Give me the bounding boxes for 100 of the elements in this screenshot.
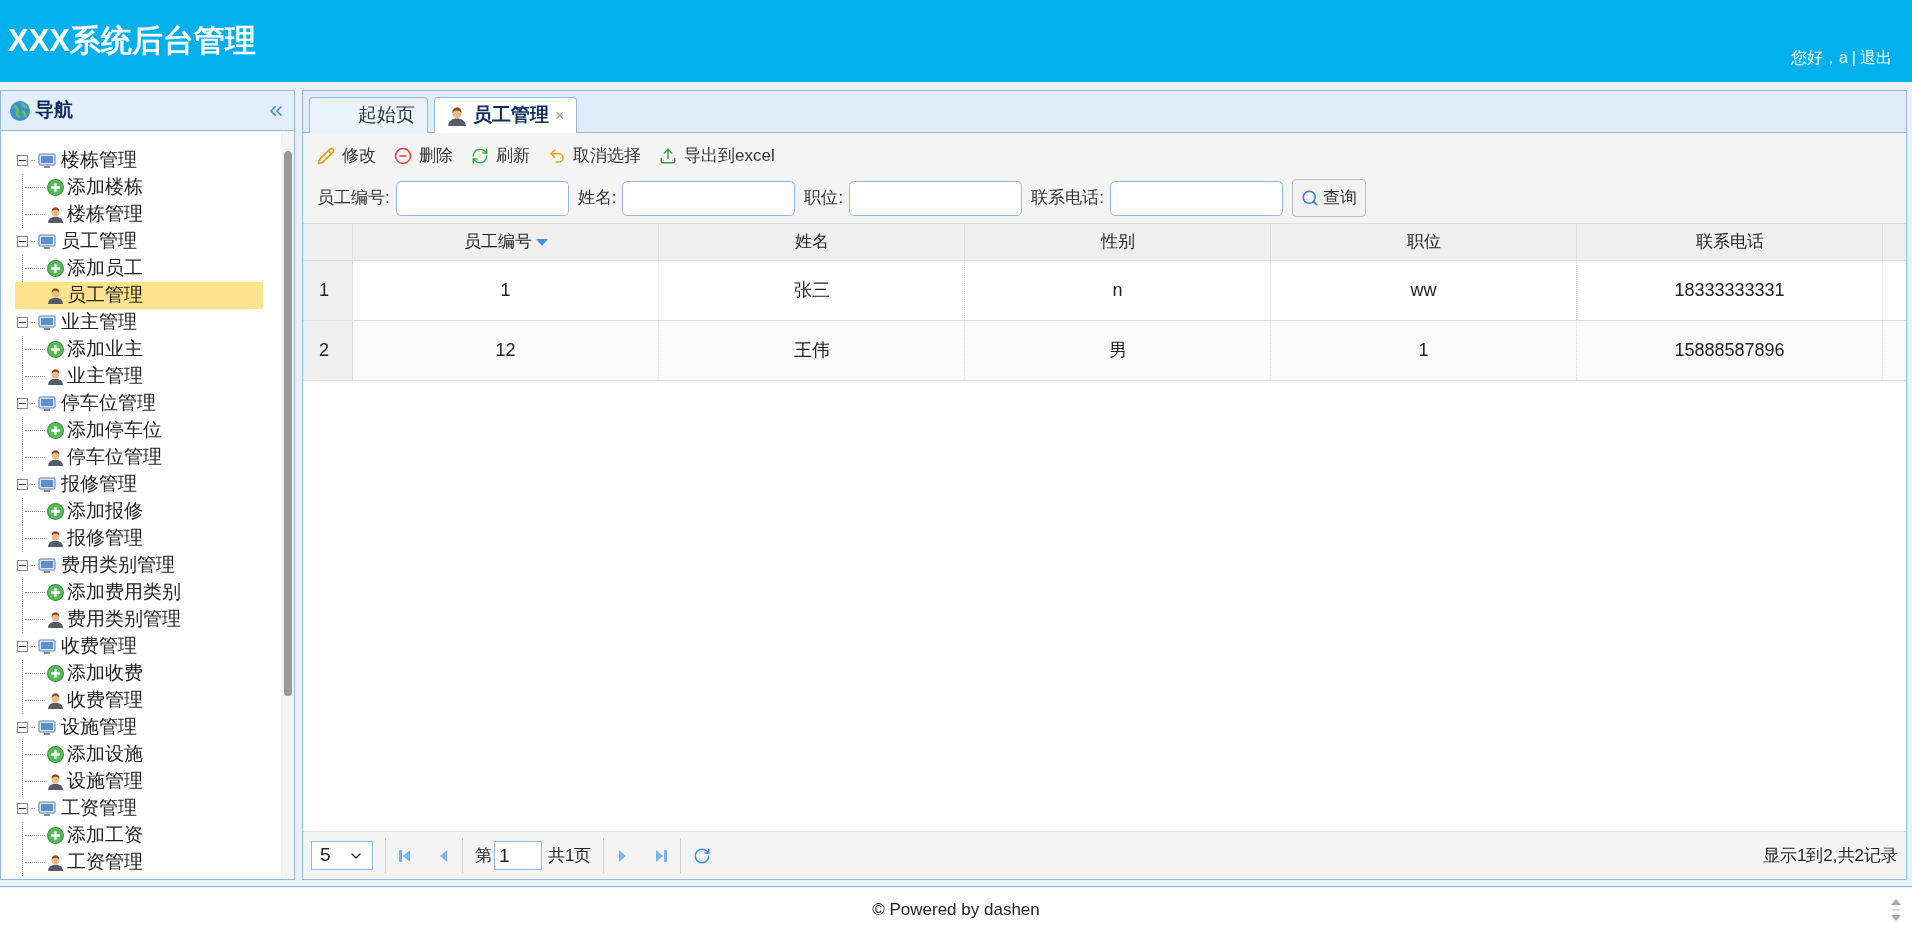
plus-circle-icon <box>47 341 64 358</box>
separator-text: | <box>1851 48 1856 68</box>
table-cell: 1 <box>1271 321 1577 380</box>
tree-item[interactable]: 添加楼栋 <box>47 174 151 201</box>
toolbar-button[interactable]: 取消选择 <box>548 143 641 169</box>
table-cell: 王伟 <box>659 321 965 380</box>
tree-item[interactable]: 收费管理 <box>47 687 151 714</box>
footer-text: © Powered by dashen <box>872 898 1040 921</box>
tree-item[interactable]: 添加员工 <box>47 255 151 282</box>
monitor-icon <box>38 719 56 736</box>
search-icon <box>1300 189 1319 207</box>
toggle-icon[interactable] <box>17 722 28 733</box>
table-cell: 15888587896 <box>1577 321 1883 380</box>
person-icon <box>47 530 64 547</box>
page-number-field[interactable]: 1 <box>494 841 542 870</box>
person-icon <box>47 854 64 871</box>
tree-group-item[interactable]: 工资管理 <box>17 795 281 822</box>
toggle-icon[interactable] <box>17 560 28 571</box>
tree-item[interactable]: 添加报修 <box>47 498 151 525</box>
person-icon <box>47 206 64 223</box>
tree-group-item[interactable]: 收费管理 <box>17 633 281 660</box>
search-field[interactable] <box>395 180 569 216</box>
tab[interactable]: 员工管理 × <box>434 97 578 133</box>
globe-icon <box>9 99 31 122</box>
page-size-select[interactable]: 5 <box>311 841 373 870</box>
upload-icon <box>659 147 677 165</box>
tree-group-item[interactable]: 费用类别管理 <box>17 552 281 579</box>
scrollbar[interactable] <box>281 131 294 879</box>
search-button[interactable]: 查询 <box>1291 179 1366 217</box>
tree-item[interactable]: 添加收费 <box>47 660 151 687</box>
search-field[interactable] <box>1109 180 1283 216</box>
tree-group-item[interactable]: 楼栋管理 <box>17 147 281 174</box>
tree-item[interactable]: 楼栋管理 <box>47 201 151 228</box>
plus-circle-icon <box>47 746 64 763</box>
table-cell: 18333333331 <box>1577 261 1883 320</box>
toggle-icon[interactable] <box>17 398 28 409</box>
table-cell: 1 <box>353 261 659 320</box>
plus-circle-icon <box>47 584 64 601</box>
person-icon <box>447 105 467 126</box>
greeting-text: 您好，a <box>1790 48 1848 68</box>
tree-item[interactable]: 添加费用类别 <box>47 579 189 606</box>
monitor-icon <box>38 638 56 655</box>
tree-item[interactable]: 添加业主 <box>47 336 151 363</box>
record-info: 显示1到2,共2记录 <box>1762 844 1898 867</box>
monitor-icon <box>38 557 56 574</box>
field-label: 联系电话: <box>1031 187 1104 210</box>
tree-group-item[interactable]: 设施管理 <box>17 714 281 741</box>
tree-group-item[interactable]: 报修管理 <box>17 471 281 498</box>
tree-item[interactable]: 添加停车位 <box>47 417 170 444</box>
plus-circle-icon <box>47 827 64 844</box>
person-icon <box>47 368 64 385</box>
table-header-cell[interactable]: 姓名 <box>659 224 965 260</box>
tab[interactable]: 起始页 <box>309 97 428 133</box>
refresh-icon <box>471 147 489 165</box>
last-page-icon[interactable] <box>654 847 669 864</box>
monitor-icon <box>38 395 56 412</box>
toggle-icon[interactable] <box>17 479 28 490</box>
tree-item[interactable]: 业主管理 <box>47 363 151 390</box>
table-cell: ww <box>1271 261 1577 320</box>
toggle-icon[interactable] <box>17 803 28 814</box>
table-header-cell[interactable]: 职位 <box>1271 224 1577 260</box>
row-number-cell: 2 <box>303 321 353 380</box>
table-header-cell[interactable]: 性别 <box>965 224 1271 260</box>
tree-group-item[interactable]: 员工管理 <box>17 228 281 255</box>
plus-circle-icon <box>47 422 64 439</box>
monitor-icon <box>38 233 56 250</box>
first-page-icon[interactable] <box>398 847 412 864</box>
table-header-cell[interactable]: 员工编号 <box>353 224 659 260</box>
sidebar-title: 导航 <box>35 98 73 123</box>
person-icon <box>47 692 64 709</box>
search-field[interactable] <box>849 180 1023 216</box>
reload-icon[interactable] <box>693 846 712 865</box>
toggle-icon[interactable] <box>17 155 28 166</box>
tree-item[interactable]: 添加工资 <box>47 822 151 849</box>
toggle-icon[interactable] <box>17 641 28 652</box>
tree-item[interactable]: 工资管理 <box>47 849 151 876</box>
tree-item[interactable]: 费用类别管理 <box>47 606 189 633</box>
tree-group-item[interactable]: 停车位管理 <box>17 390 281 417</box>
table-cell: 男 <box>965 321 1271 380</box>
tree-group-item[interactable]: 业主管理 <box>17 309 281 336</box>
plus-circle-icon <box>47 503 64 520</box>
minus-circle-icon <box>394 147 412 165</box>
toggle-icon[interactable] <box>17 317 28 328</box>
monitor-icon <box>38 476 56 493</box>
toolbar-button[interactable]: 导出到excel <box>659 143 775 169</box>
tree-item[interactable]: 设施管理 <box>47 768 151 795</box>
toggle-icon[interactable] <box>17 236 28 247</box>
tree-item[interactable]: 停车位管理 <box>47 444 170 471</box>
plus-circle-icon <box>47 665 64 682</box>
search-field[interactable] <box>622 180 796 216</box>
row-number-cell: 1 <box>303 261 353 320</box>
toolbar-button[interactable]: 修改 <box>317 143 376 169</box>
toolbar-button[interactable]: 刷新 <box>471 143 530 169</box>
tree-item[interactable]: 添加设施 <box>47 741 151 768</box>
monitor-icon <box>38 314 56 331</box>
tree-item[interactable]: 员工管理 <box>15 282 263 309</box>
tree-item[interactable]: 报修管理 <box>47 525 151 552</box>
table-header-cell[interactable]: 联系电话 <box>1577 224 1883 260</box>
toolbar-button[interactable]: 删除 <box>394 143 453 169</box>
field-label: 姓名: <box>577 187 617 210</box>
